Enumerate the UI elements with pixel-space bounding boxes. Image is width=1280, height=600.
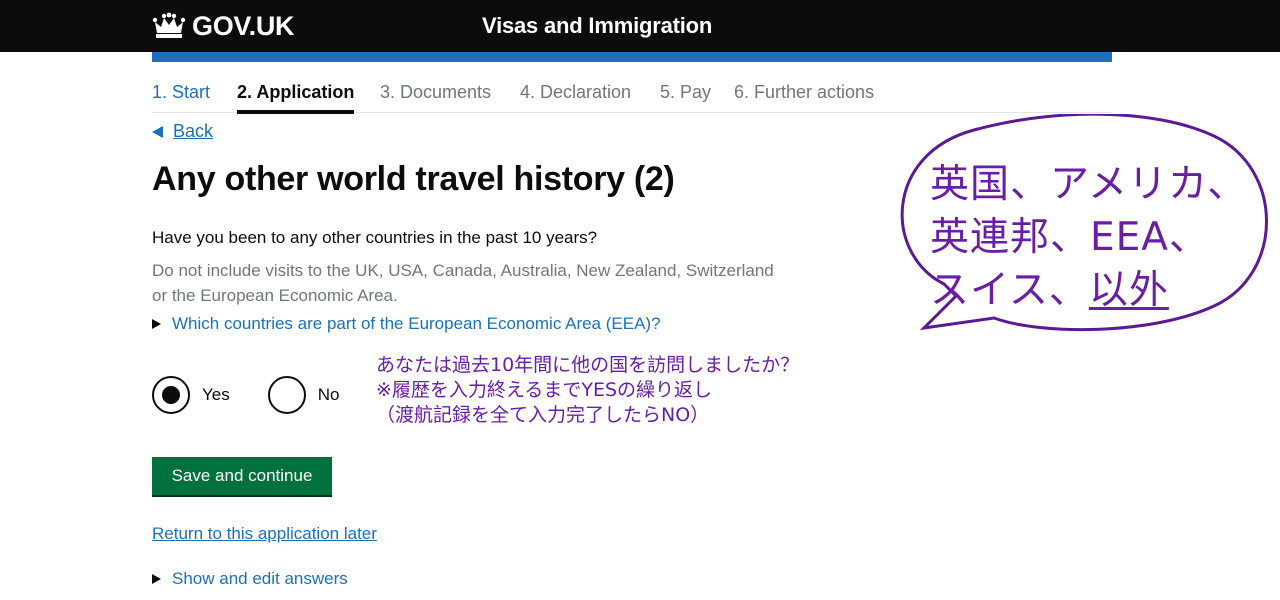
speech-bubble-text: 英国、アメリカ、 英連邦、EEA、 スイス、以外	[930, 158, 1270, 317]
site-header: GOV.UK Visas and Immigration	[0, 0, 1280, 52]
govuk-logo[interactable]: GOV.UK	[152, 10, 295, 42]
annotation-note-line-3: （渡航記録を全て入力完了したらNO）	[376, 404, 710, 426]
annotation-note: あなたは過去10年間に他の国を訪問しましたか？ ※履歴を入力終えるまでYESの繰…	[376, 353, 799, 428]
radio-no[interactable]: No	[267, 376, 340, 414]
step-pay: 5. Pay	[660, 82, 712, 102]
save-and-continue-button[interactable]: Save and continue	[152, 457, 332, 495]
return-later-link[interactable]: Return to this application later	[152, 524, 377, 544]
travel-radio-group: Yes No	[152, 375, 377, 415]
annotation-note-line-1: あなたは過去10年間に他の国を訪問しましたか？	[376, 354, 800, 376]
eea-details-label[interactable]: Which countries are part of the European…	[172, 314, 661, 334]
radio-no-label[interactable]: No	[318, 385, 340, 405]
step-application: 2. Application	[237, 80, 355, 114]
annotation-note-line-2: ※履歴を入力終えるまでYESの繰り返し	[376, 379, 713, 401]
bubble-line-3-underlined: 以外	[1088, 268, 1169, 313]
service-name[interactable]: Visas and Immigration	[482, 13, 712, 39]
radio-no-input[interactable]	[267, 376, 306, 414]
header-accent-bar	[152, 52, 1112, 62]
radio-yes-input[interactable]	[152, 376, 190, 414]
bubble-line-3: スイス、以外	[930, 264, 1270, 317]
disclosure-triangle-icon	[152, 574, 161, 584]
hint-line-1: Do not include visits to the UK, USA, Ca…	[152, 261, 774, 280]
hint-text: Do not include visits to the UK, USA, Ca…	[152, 258, 842, 308]
back-link[interactable]: Back	[152, 121, 213, 142]
page-title: Any other world travel history (2)	[152, 160, 675, 198]
bubble-line-1: 英国、アメリカ、	[930, 162, 1248, 207]
back-arrow-icon	[152, 125, 163, 138]
radio-yes-label[interactable]: Yes	[202, 385, 230, 405]
show-edit-answers-toggle[interactable]: Show and edit answers	[152, 569, 348, 589]
step-navigation: 1. Start 2. Application 3. Documents 4. …	[152, 80, 1112, 114]
step-start[interactable]: 1. Start	[152, 80, 210, 110]
step-declaration: 4. Declaration	[520, 82, 632, 102]
disclosure-triangle-icon	[152, 319, 161, 329]
logo-text: GOV.UK	[192, 10, 295, 41]
show-edit-answers-label[interactable]: Show and edit answers	[172, 569, 348, 589]
eea-details-toggle[interactable]: Which countries are part of the European…	[152, 314, 661, 334]
bubble-line-2: 英連邦、EEA、	[930, 215, 1209, 260]
step-further-actions: 6. Further actions	[734, 82, 875, 102]
hint-line-2: or the European Economic Area.	[152, 286, 398, 305]
question-text: Have you been to any other countries in …	[152, 228, 598, 247]
back-label[interactable]: Back	[173, 121, 213, 142]
step-documents: 3. Documents	[380, 82, 492, 102]
crown-icon	[152, 12, 186, 38]
bubble-line-3-prefix: スイス、	[930, 268, 1089, 313]
radio-yes[interactable]: Yes	[152, 376, 230, 414]
